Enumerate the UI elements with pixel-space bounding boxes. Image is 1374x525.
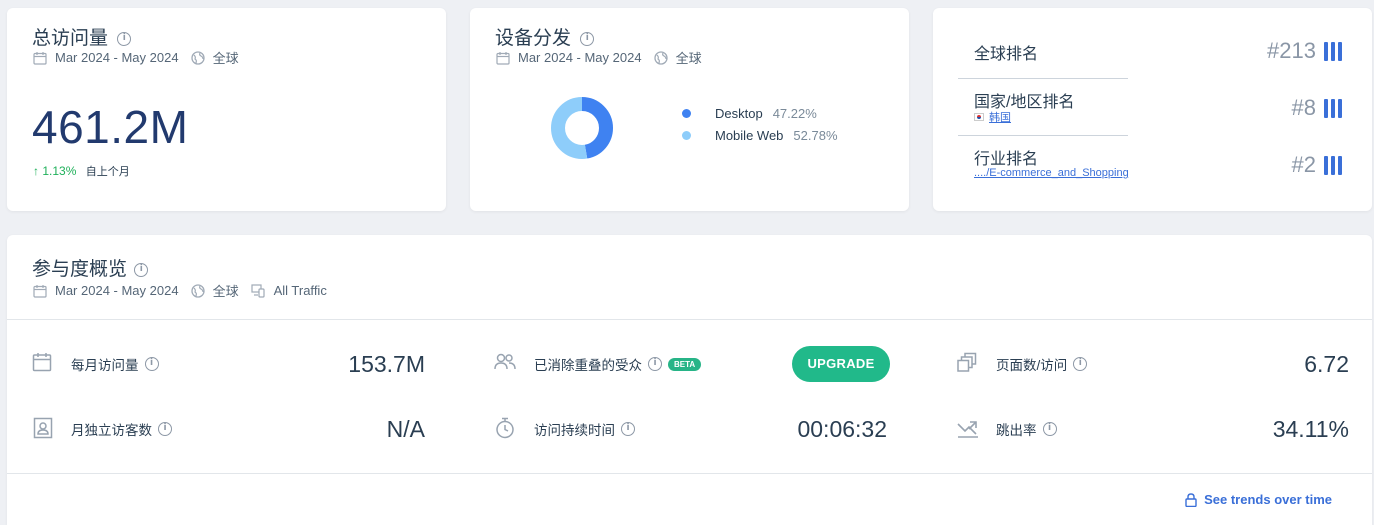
global-rank-value: #213 bbox=[1267, 38, 1316, 63]
country-rank-value: #8 bbox=[1291, 95, 1316, 120]
rank-bars-icon bbox=[1324, 98, 1342, 118]
mobile-dot bbox=[682, 131, 691, 140]
unique-visitors-label: 月独立访客数 i bbox=[71, 419, 172, 439]
visit-duration-label: 访问持续时间 i bbox=[534, 419, 635, 439]
divider bbox=[958, 135, 1128, 136]
total-visits-title-row: 总访问量 i bbox=[32, 23, 132, 50]
country-rank: #8 bbox=[1292, 95, 1342, 121]
lock-icon bbox=[1185, 492, 1197, 507]
globe-icon bbox=[190, 50, 205, 65]
info-icon[interactable]: i bbox=[158, 422, 172, 436]
unique-visitors-value: N/A bbox=[386, 416, 425, 442]
legend-desktop: Desktop 47.22% bbox=[682, 106, 817, 121]
stopwatch-icon bbox=[495, 417, 515, 439]
label-text: 访问持续时间 bbox=[534, 423, 615, 438]
info-icon[interactable]: i bbox=[144, 357, 159, 371]
legend-mobile: Mobile Web 52.78% bbox=[682, 128, 838, 143]
monthly-visits-label: 每月访问量 i bbox=[71, 354, 159, 374]
date-range: Mar 2024 - May 2024 bbox=[55, 283, 179, 298]
engagement-card: 参与度概览 i Mar 2024 - May 2024 全球 All Traff… bbox=[7, 235, 1372, 525]
region: 全球 bbox=[212, 284, 239, 299]
rank-bars-icon bbox=[1324, 155, 1342, 175]
label-text: 每月访问量 bbox=[71, 358, 139, 373]
pages-per-visit-value: 6.72 bbox=[1304, 351, 1349, 377]
legend-label: Desktop bbox=[715, 106, 763, 121]
info-icon[interactable]: i bbox=[134, 262, 149, 277]
change-value: 1.13% bbox=[42, 164, 77, 178]
calendar-icon bbox=[33, 284, 47, 298]
info-icon[interactable]: i bbox=[621, 422, 635, 436]
country-name: 韩国 bbox=[989, 112, 1011, 124]
info-icon[interactable]: i bbox=[1073, 357, 1088, 371]
divider bbox=[7, 473, 1372, 474]
visits-change: ↑ 1.13% 自上个月 bbox=[33, 163, 130, 179]
legend-pct: 47.22% bbox=[772, 106, 817, 121]
visit-duration-value: 00:06:32 bbox=[797, 416, 887, 442]
date-range: Mar 2024 - May 2024 bbox=[55, 50, 179, 65]
bounce-arrow-icon bbox=[957, 418, 979, 438]
dedup-audience-label: 已消除重叠的受众 i BETA bbox=[534, 354, 702, 374]
label-text: 已消除重叠的受众 bbox=[534, 358, 642, 373]
info-icon[interactable]: i bbox=[580, 31, 595, 46]
industry-rank-value: #2 bbox=[1291, 152, 1316, 177]
device-title-row: 设备分发 i bbox=[495, 23, 595, 50]
label-text: 页面数/访问 bbox=[996, 358, 1068, 373]
divider bbox=[7, 319, 1372, 320]
bounce-rate-label: 跳出率 i bbox=[996, 419, 1057, 439]
industry-link[interactable]: ..../E-commerce_and_Shopping bbox=[974, 167, 1129, 179]
flag-kr-icon bbox=[974, 113, 984, 121]
pages-icon bbox=[957, 352, 977, 372]
rank-bars-icon bbox=[1324, 41, 1342, 61]
desktop-dot bbox=[682, 109, 691, 118]
upgrade-button[interactable]: UPGRADE bbox=[792, 346, 890, 382]
globe-icon bbox=[190, 283, 205, 298]
info-icon[interactable]: i bbox=[1042, 422, 1057, 436]
legend-pct: 52.78% bbox=[793, 128, 838, 143]
trends-text: See trends over time bbox=[1204, 492, 1332, 507]
country-link[interactable]: 韩国 bbox=[974, 109, 1011, 125]
divider bbox=[958, 78, 1128, 79]
globe-icon bbox=[653, 50, 668, 65]
calendar-icon bbox=[496, 51, 510, 65]
see-trends-link[interactable]: See trends over time bbox=[1185, 492, 1332, 507]
total-visits-meta: Mar 2024 - May 2024 全球 bbox=[33, 48, 239, 67]
users-icon bbox=[494, 353, 516, 371]
device-meta: Mar 2024 - May 2024 全球 bbox=[496, 48, 702, 67]
calendar-icon bbox=[33, 51, 47, 65]
rank-card: 全球排名 #213 国家/地区排名 韩国 #8 行业排名 ..../E-comm… bbox=[933, 8, 1372, 211]
pages-per-visit-label: 页面数/访问 i bbox=[996, 354, 1088, 374]
total-visits-card: 总访问量 i Mar 2024 - May 2024 全球 461.2M ↑ 1… bbox=[7, 8, 446, 211]
visitor-card-icon bbox=[33, 417, 53, 439]
region: 全球 bbox=[675, 51, 702, 66]
label-text: 跳出率 bbox=[996, 423, 1037, 438]
legend-label: Mobile Web bbox=[715, 128, 784, 143]
global-rank-label: 全球排名 bbox=[974, 46, 1039, 63]
info-icon[interactable]: i bbox=[117, 31, 132, 46]
calendar-icon bbox=[32, 352, 52, 372]
device-donut-chart bbox=[551, 97, 613, 159]
change-suffix: 自上个月 bbox=[85, 166, 130, 178]
total-visits-title: 总访问量 bbox=[32, 28, 109, 49]
engagement-meta: Mar 2024 - May 2024 全球 All Traffic bbox=[33, 281, 327, 300]
engagement-title-row: 参与度概览 i bbox=[32, 254, 149, 281]
monthly-visits-value: 153.7M bbox=[348, 351, 425, 377]
bounce-rate-value: 34.11% bbox=[1272, 416, 1349, 442]
devices-icon bbox=[250, 283, 266, 298]
region: 全球 bbox=[212, 51, 239, 66]
device-distribution-card: 设备分发 i Mar 2024 - May 2024 全球 Desktop 47… bbox=[470, 8, 909, 211]
global-rank: #213 bbox=[1267, 38, 1342, 64]
industry-rank: #2 bbox=[1292, 152, 1342, 178]
arrow-up-icon: ↑ bbox=[33, 164, 39, 178]
label-text: 月独立访客数 bbox=[71, 423, 152, 438]
engagement-title: 参与度概览 bbox=[32, 259, 128, 280]
info-icon[interactable]: i bbox=[648, 357, 662, 371]
date-range: Mar 2024 - May 2024 bbox=[518, 50, 642, 65]
device-title: 设备分发 bbox=[495, 28, 572, 49]
total-visits-value: 461.2M bbox=[32, 101, 189, 153]
beta-badge: BETA bbox=[668, 357, 702, 371]
industry-rank-label: 行业排名 bbox=[974, 151, 1039, 168]
traffic-type: All Traffic bbox=[273, 283, 327, 298]
